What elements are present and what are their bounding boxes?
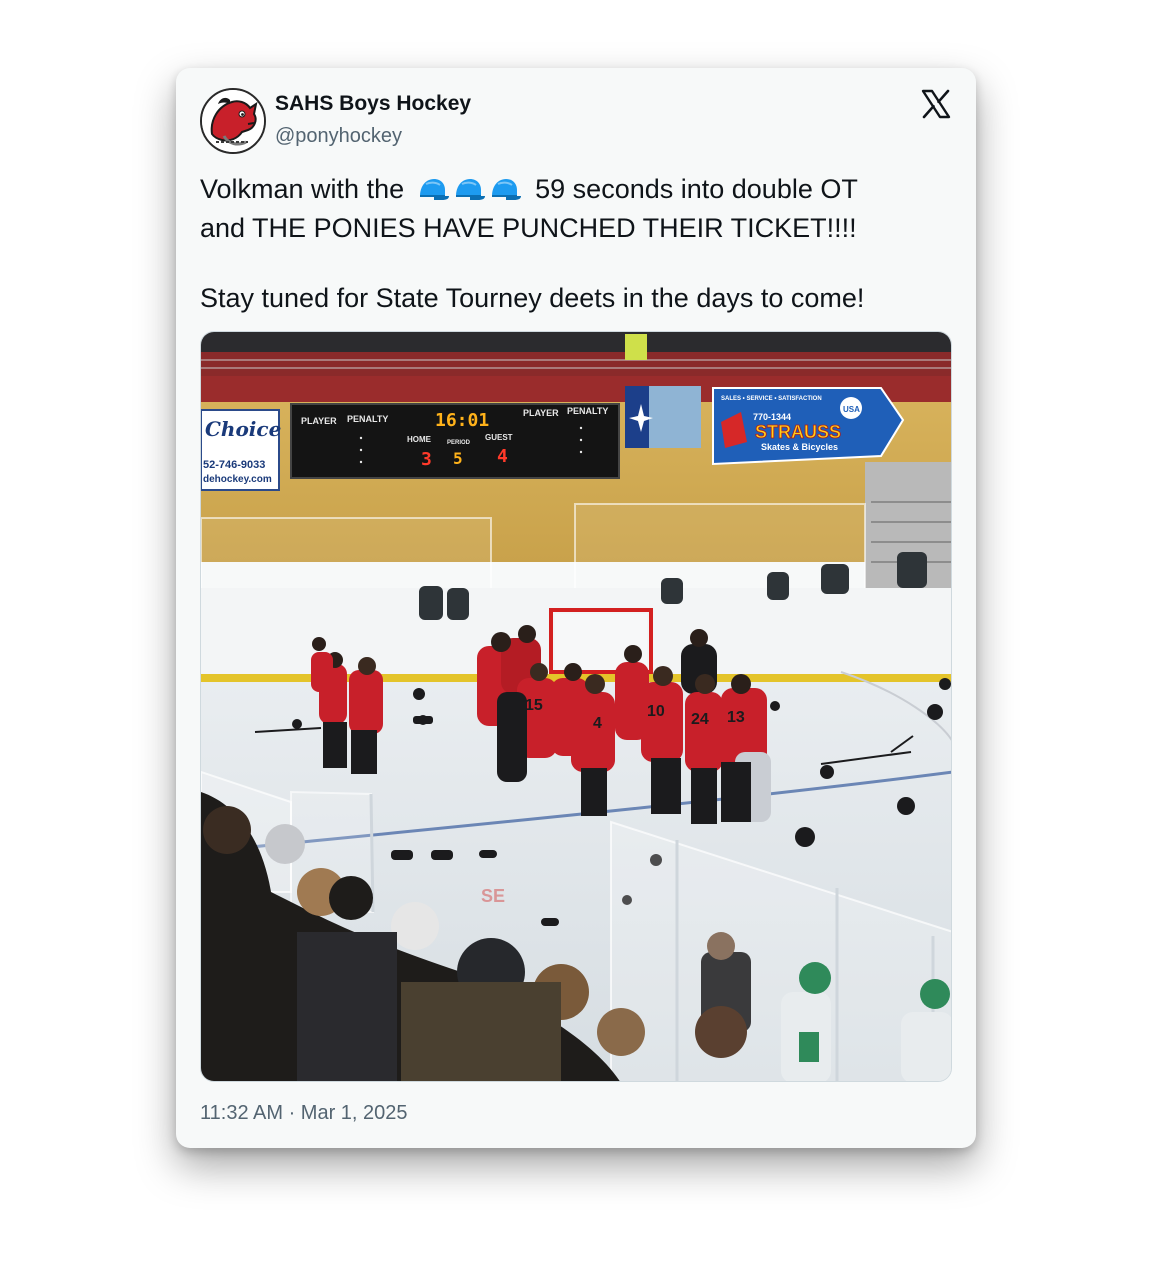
tweet-timestamp[interactable]: 11:32 AM · Mar 1, 2025 [200,1102,408,1125]
sb-home-label: HOME [407,435,432,444]
tweet-line-1: Volkman with the 59 seconds into double … [200,172,960,211]
tweet-card: SAHS Boys Hockey @ponyhockey Volkman wit… [176,68,976,1148]
ad-strauss-top: SALES • SERVICE • SATISFACTION [721,396,822,402]
sb-home-score: 3 [421,449,432,470]
jersey-number-10: 10 [647,703,665,720]
ad-strauss-phone: 770-1344 [753,412,791,422]
hat-trick-caps-icon [416,176,524,211]
ice-logo-mark: SE [481,886,505,906]
flag-banner [625,386,701,448]
red-pony-mascot-icon [202,90,264,152]
tweet-text: Volkman with the 59 seconds into double … [200,172,960,316]
tweet-line-3: Stay tuned for State Tourney deets in th… [200,283,865,313]
blue-cap-icon [491,179,521,200]
sb-penalty-left: PENALTY [347,414,388,424]
blue-cap-icon [455,179,485,200]
scoreboard: PLAYER PENALTY PLAYER PENALTY 16:01 HOME… [290,403,620,479]
author-handle[interactable]: @ponyhockey [275,125,402,148]
sb-guest-score: 4 [497,446,508,467]
spectator-yellow-jacket [625,334,647,360]
sb-penalty-right: PENALTY [567,406,608,416]
sb-player-right: PLAYER [523,408,559,418]
x-logo-icon[interactable] [920,88,952,120]
sb-guest-label: GUEST [485,433,513,442]
ad-choice-brand: Choice [205,417,281,441]
sb-period: 5 [453,449,463,468]
ad-choice: Choice 52-746-9033 dehockey.com [201,409,281,491]
hockey-celebration-photo: Choice 52-746-9033 dehockey.com PLAYER P… [201,332,951,1081]
upper-railing [201,352,951,376]
tweet-photo[interactable]: Choice 52-746-9033 dehockey.com PLAYER P… [200,331,952,1082]
jersey-number-4: 4 [593,715,602,732]
sb-clock: 16:01 [435,410,489,431]
jersey-number-13: 13 [727,709,745,726]
author-name[interactable]: SAHS Boys Hockey [275,92,471,116]
blue-cap-icon [419,179,449,200]
ad-strauss-tagline: Skates & Bicycles [761,442,838,452]
tweet-line-2: and THE PONIES HAVE PUNCHED THEIR TICKET… [200,213,857,243]
ad-choice-site: dehockey.com [203,474,272,485]
ad-choice-phone: 52-746-9033 [203,459,265,471]
ad-strauss-brand: STRAUSS [755,422,841,442]
ad-strauss: SALES • SERVICE • SATISFACTION 770-1344 … [712,387,905,466]
jersey-number-24: 24 [691,711,709,728]
author-avatar[interactable] [200,88,266,154]
sb-period-label: PERIOD [447,440,471,446]
ad-strauss-badge: USA [843,405,860,414]
jersey-number-15: 15 [525,697,543,714]
sb-player-left: PLAYER [301,416,337,426]
